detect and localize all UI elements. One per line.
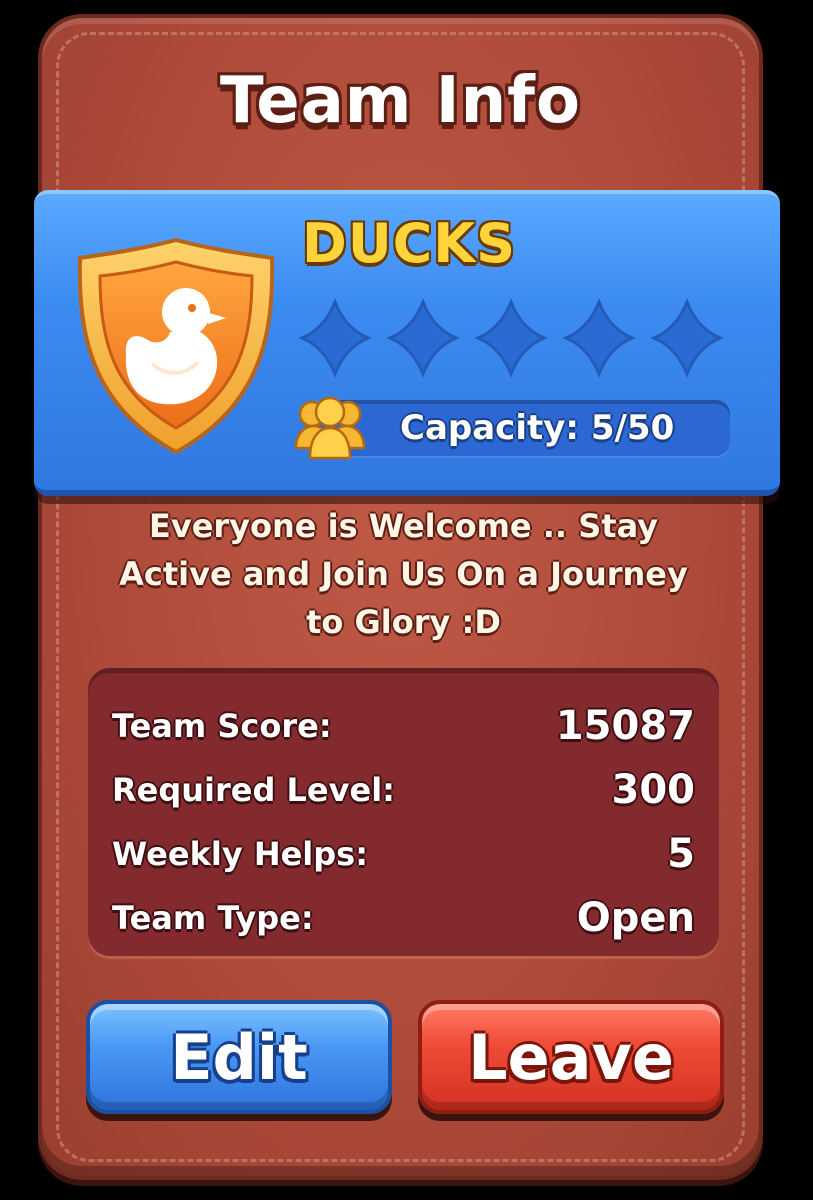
stat-row-team-type: Team Type: Open [112, 886, 695, 950]
stat-label: Weekly Helps: [112, 835, 369, 873]
star-slot-icon [386, 297, 460, 379]
stat-row-weekly-helps: Weekly Helps: 5 [112, 822, 695, 886]
stat-value: 15087 [555, 703, 695, 749]
dialog-title: Team Info [220, 64, 581, 138]
stat-label: Required Level: [112, 771, 395, 809]
stat-row-team-score: Team Score: 15087 [112, 694, 695, 758]
star-slot-icon [298, 297, 372, 379]
team-ribbon: DUCKS Capacity: 5/50 [34, 190, 780, 496]
duck-shield-icon [74, 236, 278, 456]
team-info-panel: Team Info DUCKS Capacity: 5/50 Everyone … [34, 14, 780, 1180]
edit-button[interactable]: Edit [86, 1000, 392, 1114]
star-slot-icon [474, 297, 548, 379]
team-stars [298, 297, 724, 379]
team-name: DUCKS [302, 212, 517, 275]
team-description: Everyone is Welcome .. Stay Active and J… [119, 507, 688, 641]
leave-button[interactable]: Leave [418, 1000, 724, 1114]
members-icon [292, 392, 368, 464]
stat-row-required-level: Required Level: 300 [112, 758, 695, 822]
star-slot-icon [562, 297, 636, 379]
capacity-label: Capacity: 5/50 [400, 408, 675, 448]
stat-value: 5 [667, 831, 695, 877]
star-slot-icon [650, 297, 724, 379]
stat-label: Team Score: [112, 707, 332, 745]
team-stats-box: Team Score: 15087 Required Level: 300 We… [88, 668, 719, 956]
stat-label: Team Type: [112, 899, 314, 937]
capacity-bar: Capacity: 5/50 [294, 396, 730, 460]
stat-value: 300 [611, 767, 696, 813]
stat-value: Open [576, 895, 695, 941]
